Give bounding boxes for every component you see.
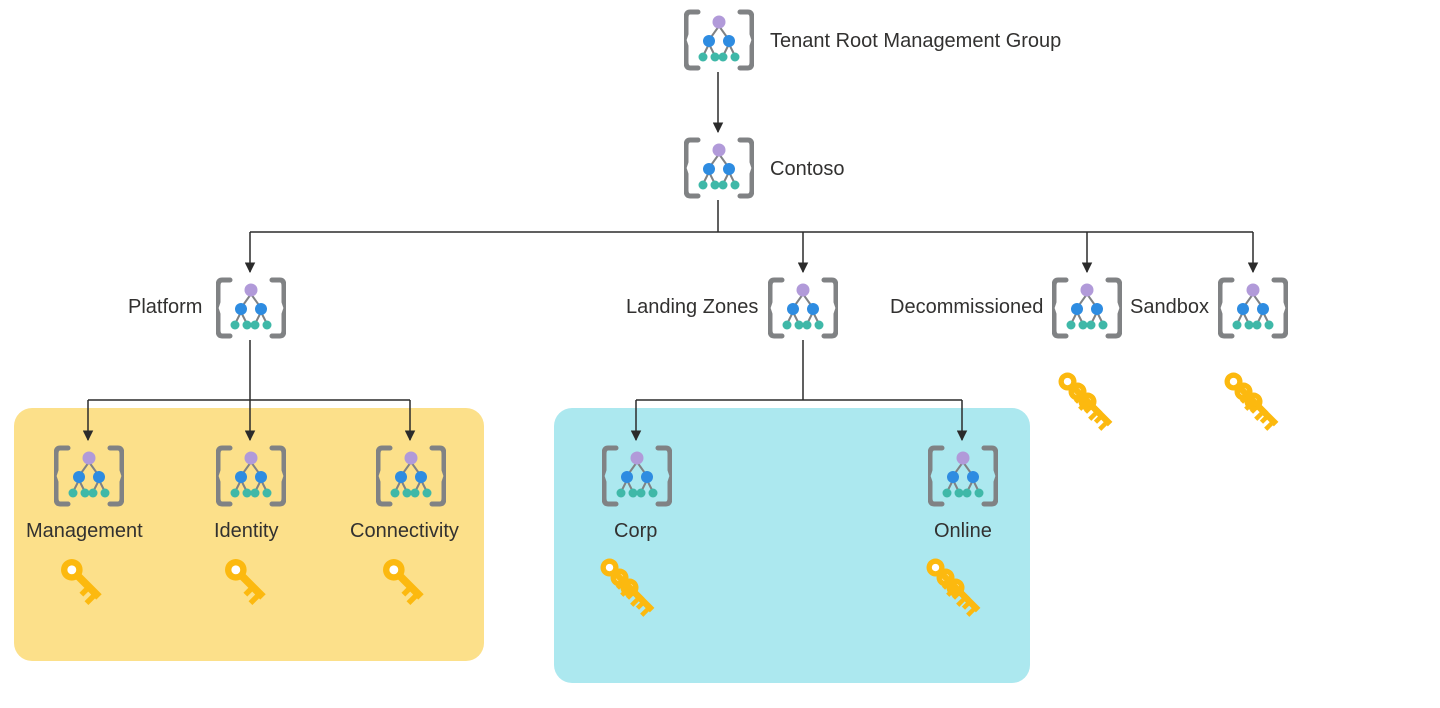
subscription-key-icon (222, 556, 272, 606)
node-corp-label: Corp (614, 520, 657, 543)
subscription-key-icon (598, 556, 662, 620)
management-group-icon (1052, 276, 1122, 340)
management-group-icon (1218, 276, 1288, 340)
management-group-icon (928, 444, 998, 508)
diagram-stage: Tenant Root Management Group Contoso Pla… (0, 0, 1440, 708)
node-platform-label: Platform (128, 296, 202, 319)
node-management-label: Management (26, 520, 143, 543)
management-group-icon (602, 444, 672, 508)
management-group-icon (684, 8, 754, 72)
management-group-icon (54, 444, 124, 508)
subscription-key-icon (1222, 370, 1286, 434)
subscription-key-icon (924, 556, 988, 620)
management-group-icon (216, 444, 286, 508)
node-decommissioned-label: Decommissioned (890, 296, 1043, 319)
management-group-icon (216, 276, 286, 340)
management-group-icon (768, 276, 838, 340)
subscription-key-icon (1056, 370, 1120, 434)
node-tenant-root-label: Tenant Root Management Group (770, 30, 1061, 53)
node-connectivity-label: Connectivity (350, 520, 459, 543)
subscription-key-icon (58, 556, 108, 606)
node-online-label: Online (934, 520, 992, 543)
node-identity-label: Identity (214, 520, 278, 543)
node-landing-zones-label: Landing Zones (626, 296, 758, 319)
subscription-key-icon (380, 556, 430, 606)
management-group-icon (376, 444, 446, 508)
management-group-icon (684, 136, 754, 200)
node-contoso-label: Contoso (770, 158, 845, 181)
node-sandbox-label: Sandbox (1130, 296, 1209, 319)
